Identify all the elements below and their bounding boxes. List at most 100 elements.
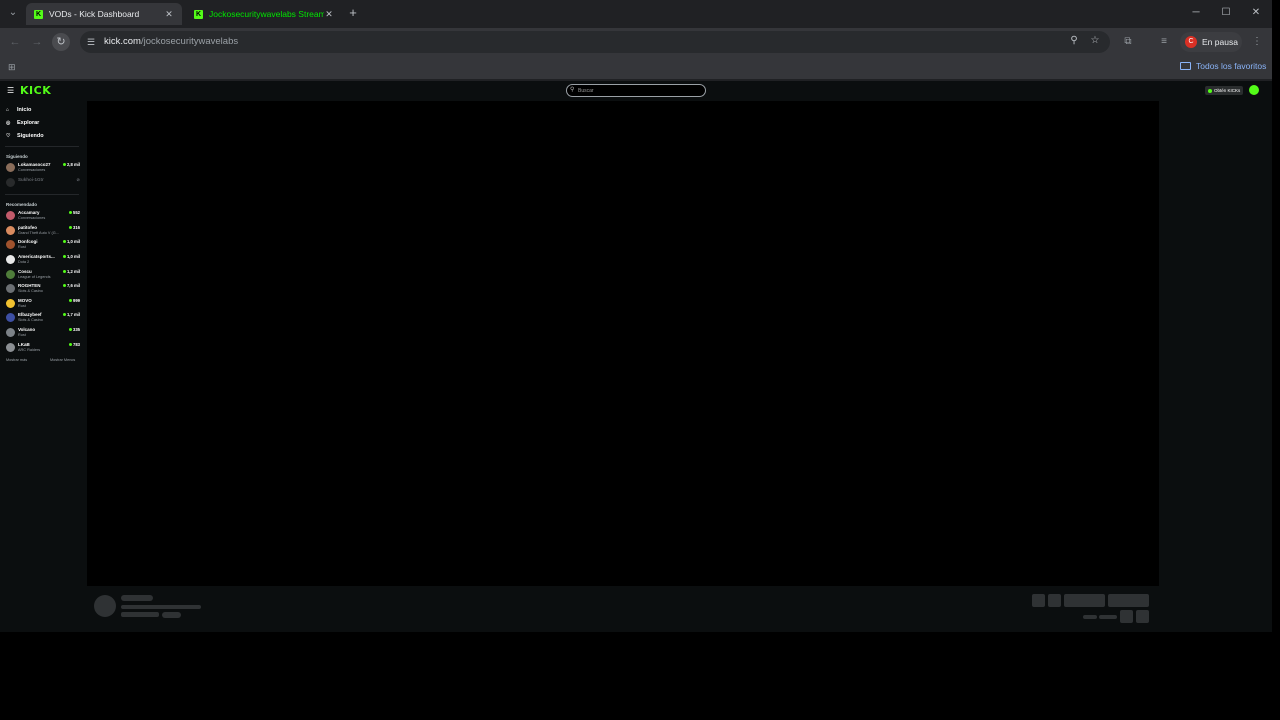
maximize-button[interactable]: ☐ xyxy=(1212,4,1240,22)
divider xyxy=(5,194,79,196)
zoom-icon[interactable]: ⚲ xyxy=(1067,35,1081,46)
video-player[interactable] xyxy=(87,101,1159,586)
channel-item[interactable]: Americatsports... Dota 2 1,0 mil xyxy=(0,253,84,268)
kick-logo[interactable]: KICK xyxy=(20,84,51,97)
channel-category: Dota 2 xyxy=(18,259,30,264)
apps-grid-icon[interactable]: ⊞ xyxy=(8,62,18,72)
channel-category: Slots & Casino xyxy=(18,289,43,294)
tab-title: VODs - Kick Dashboard xyxy=(49,9,140,19)
show-less-link[interactable]: Mostrar Menos xyxy=(50,358,75,362)
media-control-icon[interactable]: ≡ xyxy=(1157,36,1171,50)
get-kicks-label: Obtén KICKs xyxy=(1214,88,1241,93)
new-tab-button[interactable]: + xyxy=(346,6,360,20)
viewer-count-value: 783 xyxy=(73,341,80,347)
follow-button-skeleton xyxy=(1064,594,1105,607)
sidebar-item-siguiendo[interactable]: ♡ Siguiendo xyxy=(0,129,84,142)
browser-menu-icon[interactable]: ⋮ xyxy=(1252,36,1262,47)
close-window-button[interactable]: ✕ xyxy=(1242,4,1270,22)
back-button[interactable]: ← xyxy=(8,35,22,49)
channel-name: ROGHTEN xyxy=(18,283,41,289)
tab-vods-dashboard[interactable]: K VODs - Kick Dashboard ✕ xyxy=(26,3,182,25)
kick-page: ☰ KICK ⚲ Obtén KICKs ⌂ Inicio ◎ Explorar ♡ Si… xyxy=(0,81,1272,632)
address-bar[interactable]: ☰ kick.com/jockosecuritywavelabs ⚲ ☆ xyxy=(80,31,1110,53)
profile-button[interactable]: C En pausa xyxy=(1180,32,1242,52)
profile-status: En pausa xyxy=(1202,37,1238,47)
viewer-count-value: 999 xyxy=(73,297,80,303)
reload-button[interactable]: ↻ xyxy=(52,33,70,51)
sidebar-item-label: Inicio xyxy=(17,106,32,113)
channel-category: Grand Theft Auto V (G... xyxy=(18,230,59,235)
channel-category: Rust xyxy=(18,245,26,250)
sidebar-footer: Mostrar más Mostrar Menos xyxy=(0,357,84,367)
sidebar-item-inicio[interactable]: ⌂ Inicio xyxy=(0,103,84,116)
heart-icon: ♡ xyxy=(6,132,11,139)
home-icon: ⌂ xyxy=(6,106,10,113)
close-tab-icon[interactable]: ✕ xyxy=(164,9,174,20)
channel-item[interactable]: Coscu League of Legends 1,2 mil xyxy=(0,268,84,283)
folder-icon xyxy=(1180,62,1191,70)
bookmarks-bar: ⊞ Todos los favoritos xyxy=(0,56,1272,80)
live-dot-icon xyxy=(62,313,66,317)
channel-avatar xyxy=(6,327,15,337)
minimize-button[interactable]: ─ xyxy=(1182,4,1210,22)
channel-item[interactable]: LKaB ARC Raiders 783 xyxy=(0,341,84,356)
viewer-count-value: 335 xyxy=(73,326,80,332)
channel-category: Rust xyxy=(18,303,26,308)
channel-name: Americatsports... xyxy=(18,253,55,259)
channel-avatar xyxy=(6,177,15,187)
channel-name: Lokamasoco27 xyxy=(18,162,51,167)
channel-avatar xyxy=(6,254,15,264)
viewer-count-value: 2,8 mil xyxy=(66,162,80,167)
site-info-icon[interactable]: ☰ xyxy=(87,35,99,49)
channel-item[interactable]: Sukhoi-1Gtr ⊘ xyxy=(0,176,84,191)
channel-item[interactable]: Donfcogi Rust 1,0 mil xyxy=(0,238,84,253)
kick-header: ☰ KICK ⚲ Obtén KICKs xyxy=(0,81,1272,101)
stream-title-skeleton xyxy=(121,605,201,609)
channel-name: MOVO xyxy=(18,297,32,303)
extensions-icon[interactable]: ⧉ xyxy=(1121,36,1135,50)
uptime-skeleton xyxy=(1099,615,1117,619)
channel-item[interactable]: Elbazybeef Slots & Casino 1,7 mil xyxy=(0,311,84,326)
channel-item[interactable]: Accamary Conversaciones 552 xyxy=(0,209,84,224)
channel-name: Sukhoi-1Gtr xyxy=(18,176,44,182)
share-button-skeleton xyxy=(1120,610,1133,623)
live-dot-icon xyxy=(69,327,72,331)
search-box[interactable]: ⚲ xyxy=(566,84,706,97)
viewer-count: 335 xyxy=(69,327,80,332)
live-dot-icon xyxy=(62,254,66,258)
channel-item[interactable]: Volcano Rust 335 xyxy=(0,326,84,341)
live-dot-icon xyxy=(69,342,72,346)
tab-search-icon[interactable]: ⌄ xyxy=(6,6,20,20)
search-input[interactable] xyxy=(578,86,703,95)
forward-button[interactable]: → xyxy=(30,35,44,49)
get-kicks-button[interactable]: Obtén KICKs xyxy=(1205,86,1244,95)
bookmark-star-icon[interactable]: ☆ xyxy=(1088,35,1102,46)
close-tab-icon[interactable]: ✕ xyxy=(324,9,334,20)
search-icon: ⚲ xyxy=(570,87,575,93)
channel-item[interactable]: MOVO Rust 999 xyxy=(0,297,84,312)
channel-avatar xyxy=(6,284,15,294)
kick-favicon-icon: K xyxy=(194,9,203,19)
show-more-link[interactable]: Mostrar más xyxy=(6,358,27,362)
kick-favicon-icon: K xyxy=(34,9,43,19)
viewer-count: 1,7 mil xyxy=(62,312,80,317)
tab-stream[interactable]: K Jockosecuritywavelabs Stream ✕ xyxy=(186,3,342,25)
tab-title: Jockosecuritywavelabs Stream xyxy=(209,9,324,19)
offline-icon: ⊘ xyxy=(76,176,80,182)
viewer-count-skeleton xyxy=(1083,615,1097,619)
channel-item[interactable]: patitofeo Grand Theft Auto V (G... 316 xyxy=(0,224,84,239)
sidebar-item-explorar[interactable]: ◎ Explorar xyxy=(0,116,84,129)
channel-name: Elbazybeef xyxy=(18,312,42,318)
all-bookmarks-label: Todos los favoritos xyxy=(1196,61,1267,71)
following-heading: Siguiendo xyxy=(6,154,28,159)
menu-icon[interactable]: ☰ xyxy=(7,86,14,95)
action-button-skeleton xyxy=(1032,594,1045,607)
channel-item[interactable]: Lokamasoco27 Conversaciones 2,8 mil xyxy=(0,161,84,176)
viewer-count: 999 xyxy=(69,298,80,303)
user-avatar[interactable] xyxy=(1249,85,1259,95)
viewer-count-value: 1,0 mil xyxy=(66,253,80,259)
viewer-count: 316 xyxy=(69,225,80,230)
channel-item[interactable]: ROGHTEN Slots & Casino 7,6 mil xyxy=(0,282,84,297)
recommended-heading: Recomendado xyxy=(6,202,38,208)
all-bookmarks-button[interactable]: Todos los favoritos xyxy=(1180,61,1266,71)
